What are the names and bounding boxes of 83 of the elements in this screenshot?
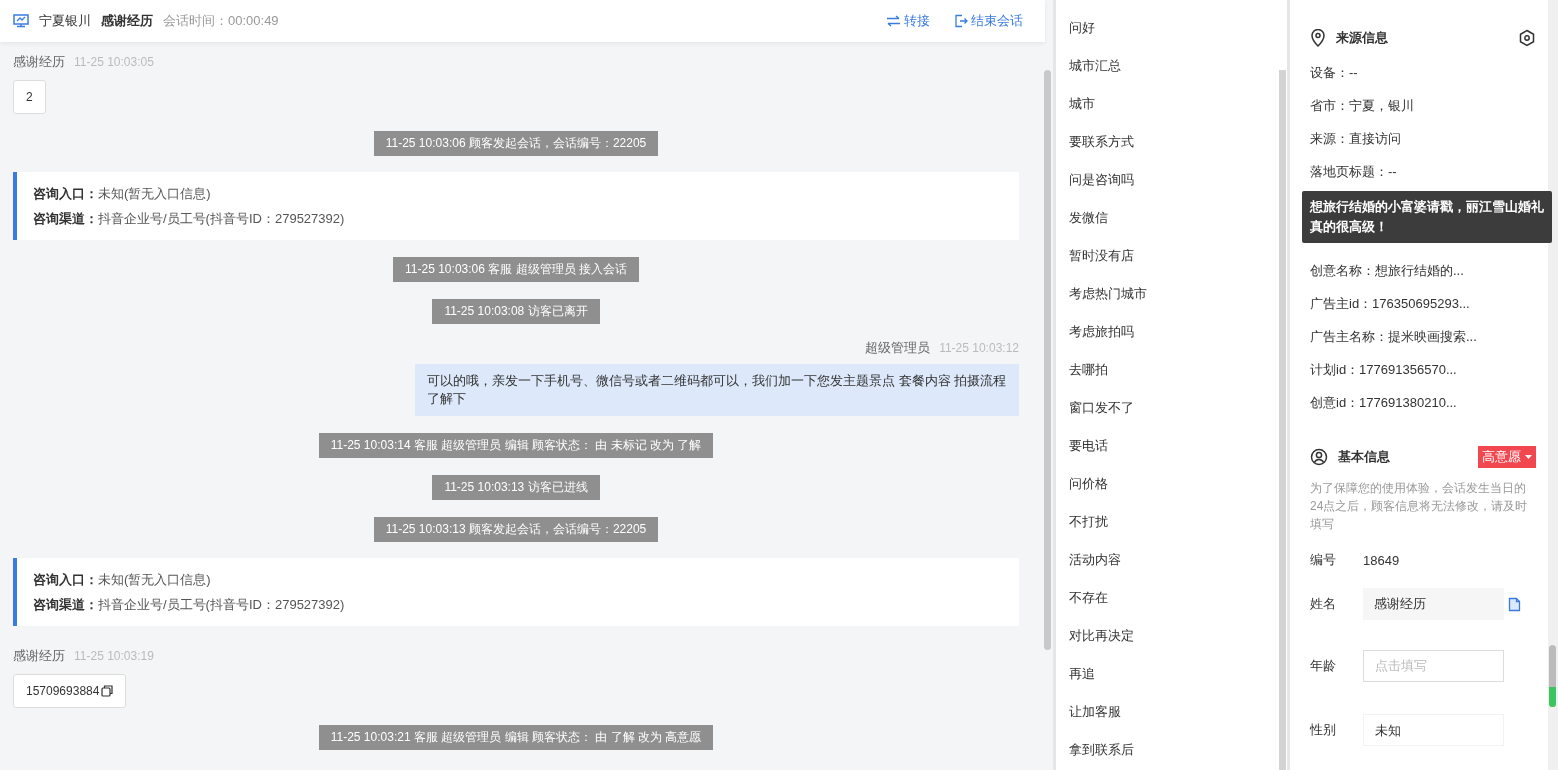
info-row-text: 省市：宁夏，银川 <box>1310 97 1415 115</box>
location-pin-icon <box>1310 29 1326 47</box>
quick-reply-item[interactable]: 对比再决定 <box>1069 617 1279 655</box>
document-icon[interactable] <box>1508 596 1521 612</box>
quick-reply-item[interactable]: 拿到联系后 <box>1069 731 1279 769</box>
age-input[interactable]: 点击填写 <box>1363 650 1504 682</box>
message-bubble: 可以的哦，亲发一下手机号、微信号或者二维码都可以，我们加一下您发主题景点 套餐内容 拍摄流程了解下 <box>415 364 1019 416</box>
message-bubble: 15709693884 <box>13 674 127 708</box>
exit-icon <box>954 14 968 28</box>
quick-reply-item[interactable]: 问是咨询吗 <box>1069 161 1279 199</box>
quick-reply-item[interactable]: 要电话 <box>1069 427 1279 465</box>
system-notice: 11-25 10:03:21 客服 超级管理员 编辑 顾客状态： 由 了解 改为 高意愿 <box>318 725 714 750</box>
user-circle-icon <box>1310 448 1328 466</box>
end-session-link[interactable]: 结束会话 <box>954 12 1023 30</box>
visitor-name: 感谢经历 <box>101 12 153 30</box>
message-bubble: 2 <box>13 80 46 114</box>
system-notice: 11-25 10:03:13 访客已进线 <box>432 475 600 500</box>
quick-reply-item[interactable]: 城市 <box>1069 85 1279 123</box>
scrollbar[interactable] <box>1279 70 1286 770</box>
notice-text: 为了保障您的使用体验，会话发生当日的24点之后，顾客信息将无法修改，请及时填写 <box>1310 480 1529 533</box>
message-time: 11-25 10:03:05 <box>74 54 154 70</box>
quick-reply-item[interactable]: 去哪拍 <box>1069 351 1279 389</box>
field-label: 性别 <box>1310 721 1337 739</box>
copy-icon[interactable] <box>101 685 114 697</box>
quick-reply-item[interactable]: 发微信 <box>1069 199 1279 237</box>
entry-value: 抖音企业号/员工号(抖音号ID：279527392) <box>98 597 345 612</box>
quick-reply-item[interactable]: 问好 <box>1069 9 1279 47</box>
name-field[interactable]: 感谢经历 <box>1363 588 1504 620</box>
quick-reply-item[interactable]: 考虑热门城市 <box>1069 275 1279 313</box>
quick-reply-item[interactable]: 再追 <box>1069 655 1279 693</box>
entry-value: 未知(暂无入口信息) <box>98 186 211 201</box>
system-notice: 11-25 10:03:13 顾客发起会话，会话编号：22205 <box>373 517 659 542</box>
monitor-icon <box>13 14 29 28</box>
quick-reply-item[interactable]: 让加客服 <box>1069 693 1279 731</box>
caret-down-icon <box>1525 455 1532 459</box>
sender-name: 超级管理员 <box>865 340 931 356</box>
quick-reply-item[interactable]: 不存在 <box>1069 579 1279 617</box>
scrollbar[interactable] <box>1549 645 1556 707</box>
field-label: 姓名 <box>1310 595 1337 613</box>
entry-value: 抖音企业号/员工号(抖音号ID：279527392) <box>98 211 345 226</box>
field-label: 编号 <box>1310 551 1337 569</box>
message-time: 11-25 10:03:12 <box>939 340 1019 356</box>
info-row-text: 广告主名称：提米映画搜索... <box>1310 328 1478 346</box>
quick-reply-item[interactable]: 不打扰 <box>1069 503 1279 541</box>
entry-label: 咨询入口： <box>33 572 98 587</box>
info-row-text: 来源：直接访问 <box>1310 130 1402 148</box>
quick-reply-item[interactable]: 窗口发不了 <box>1069 389 1279 427</box>
sender-name: 感谢经历 <box>13 54 65 70</box>
quick-reply-item[interactable]: 城市汇总 <box>1069 47 1279 85</box>
system-notice: 11-25 10:03:08 访客已离开 <box>432 299 600 324</box>
info-row-text: 广告主id：176350695293... <box>1310 295 1471 313</box>
info-row-text: 设备：-- <box>1310 64 1359 82</box>
section-title: 基本信息 <box>1338 448 1390 466</box>
message-time: 11-25 10:03:19 <box>74 648 154 664</box>
field-label: 年龄 <box>1310 657 1337 675</box>
system-notice: 11-25 10:03:14 客服 超级管理员 编辑 顾客状态： 由 未标记 改为 了解 <box>318 433 714 458</box>
entry-label: 咨询入口： <box>33 186 98 201</box>
quick-reply-item[interactable]: 考虑旅拍吗 <box>1069 313 1279 351</box>
entry-label: 咨询渠道： <box>33 211 98 226</box>
entry-label: 咨询渠道： <box>33 597 98 612</box>
session-timer: 会话时间：00:00:49 <box>163 12 279 30</box>
system-notice: 11-25 10:03:06 顾客发起会话，会话编号：22205 <box>373 131 659 156</box>
info-row-text: 计划id：177691356570... <box>1310 361 1458 379</box>
system-notice: 11-25 10:03:06 客服 超级管理员 接入会话 <box>393 257 639 282</box>
transfer-link[interactable]: 转接 <box>886 12 930 30</box>
info-row-text: 创意id：177691380210... <box>1310 394 1458 412</box>
info-row-text: 创意名称：想旅行结婚的... <box>1310 262 1465 280</box>
gender-select[interactable]: 未知 <box>1363 714 1504 746</box>
scrollbar[interactable] <box>1044 70 1051 650</box>
intent-dropdown[interactable]: 高意愿 <box>1478 446 1536 468</box>
swap-arrows-icon <box>886 15 901 27</box>
quick-reply-item[interactable]: 暂时没有店 <box>1069 237 1279 275</box>
tooltip: 想旅行结婚的小富婆请戳，丽江雪山婚礼真的很高级！ <box>1302 191 1552 243</box>
entry-value: 未知(暂无入口信息) <box>98 572 211 587</box>
field-value: 18649 <box>1363 552 1400 568</box>
location-text: 宁夏银川 <box>39 12 91 30</box>
quick-reply-item[interactable]: 要联系方式 <box>1069 123 1279 161</box>
settings-icon[interactable] <box>1518 29 1536 47</box>
quick-reply-item[interactable]: 活动内容 <box>1069 541 1279 579</box>
quick-reply-item[interactable]: 问价格 <box>1069 465 1279 503</box>
info-row-text: 落地页标题：-- <box>1310 163 1398 181</box>
section-title: 来源信息 <box>1336 29 1388 47</box>
sender-name: 感谢经历 <box>13 648 65 664</box>
